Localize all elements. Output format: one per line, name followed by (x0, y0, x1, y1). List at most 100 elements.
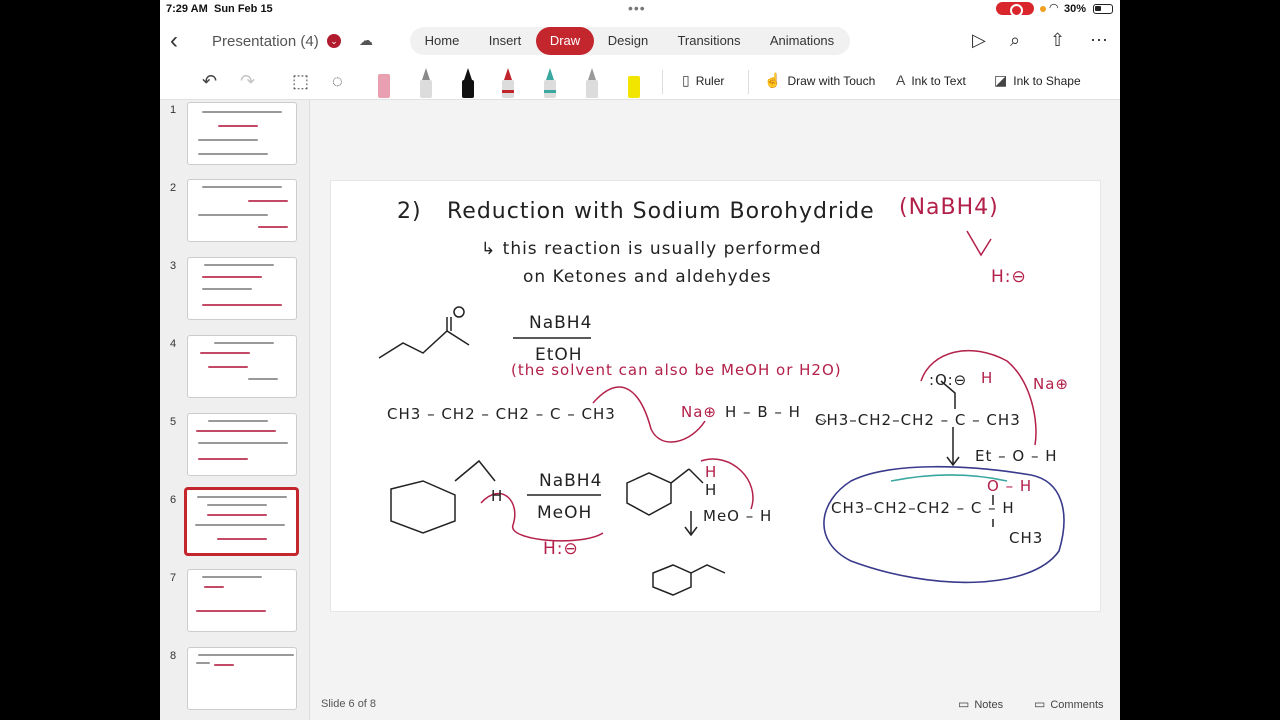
tab-animations[interactable]: Animations (758, 27, 846, 55)
cloud-icon[interactable]: ☁ (359, 32, 373, 49)
thumb-number: 7 (170, 572, 177, 584)
heading-text: Reduction with Sodium Borohydride (447, 199, 875, 224)
toolbar-divider (662, 70, 663, 94)
slide-thumbnail-2[interactable] (187, 179, 297, 242)
status-footer: Slide 6 of 8 ▭ Notes ▭ Comments (310, 690, 1120, 720)
heading-number: 2) (397, 199, 422, 224)
lasso-icon[interactable]: ◌ (332, 70, 343, 92)
slide-thumbnail-3[interactable] (187, 257, 297, 320)
thumb-number: 4 (170, 338, 177, 350)
oxide-anion: :O:⊖ (929, 371, 968, 389)
ink-to-text-button[interactable]: A Ink to Text (896, 72, 966, 89)
h-top: H (981, 369, 994, 387)
slide-thumbnail-8[interactable] (187, 647, 297, 710)
toolbar-divider (748, 70, 749, 94)
borohydride: H – B – H (725, 403, 801, 421)
ipad-screen: 7:29 AM Sun Feb 15 ••• ◠ 30% ‹ Presentat… (160, 0, 1120, 720)
play-icon[interactable]: ▷ (972, 30, 986, 50)
alkoxide-chain: CH3–CH2–CH2 – C – CH3 (815, 411, 1021, 429)
slide-thumbnail-1[interactable] (187, 102, 297, 165)
ink-to-text-icon: A (896, 72, 906, 88)
ruler-icon: ▯ (682, 72, 690, 88)
methanol: MeO – H (703, 507, 773, 525)
chevron-down-icon[interactable]: ⌄ (327, 34, 341, 48)
product-chain: CH3–CH2–CH2 – C – H (831, 499, 1015, 517)
multitask-dots-icon[interactable]: ••• (628, 0, 646, 16)
product-hydroxyl: O – H (987, 477, 1033, 495)
draw-toolbar: ↶ ↷ ⬚ ◌ ▯ Ruler ☝ Draw with Touch A Ink to … (160, 64, 1120, 100)
ink-to-shape-icon: ◪ (994, 72, 1008, 88)
draw-with-touch-label: Draw with Touch (787, 74, 876, 88)
slide-thumbnail-pane: 1 2 3 4 5 6 7 8 (160, 100, 310, 720)
sodium-cation-2: Na⊕ (1033, 375, 1069, 393)
touch-icon: ☝ (764, 72, 782, 88)
pen-tool-teal[interactable] (542, 68, 558, 98)
search-icon[interactable]: ⌕ (1010, 30, 1020, 50)
title-bar: ‹ Presentation (4) ⌄ ☁ Home Insert Draw … (160, 18, 1120, 64)
slide-thumbnail-7[interactable] (187, 569, 297, 632)
document-title[interactable]: Presentation (4) (212, 33, 319, 50)
intermediate-h-2: H (705, 481, 718, 499)
slide-thumbnail-5[interactable] (187, 413, 297, 476)
status-time: 7:29 AM (166, 3, 208, 15)
draw-with-touch-button[interactable]: ☝ Draw with Touch (764, 72, 875, 89)
pen-tool-red[interactable] (500, 68, 516, 98)
thumb-number: 2 (170, 182, 177, 194)
screen-record-icon[interactable] (996, 2, 1034, 17)
slide-canvas[interactable]: 2) Reduction with Sodium Borohydride (Na… (330, 180, 1101, 612)
more-icon[interactable]: ⋯ (1090, 30, 1108, 50)
share-icon[interactable]: ⇧ (1050, 30, 1065, 50)
tab-insert[interactable]: Insert (474, 27, 536, 55)
status-bar: 7:29 AM Sun Feb 15 ••• ◠ 30% (160, 0, 1120, 18)
ruler-label: Ruler (695, 74, 725, 88)
status-date: Sun Feb 15 (214, 3, 273, 15)
wifi-icon: ◠ (1049, 2, 1059, 14)
ruler-button[interactable]: ▯ Ruler (682, 72, 724, 89)
hydride-2: H:⊖ (543, 539, 579, 559)
sodium-cation: Na⊕ (681, 403, 717, 421)
battery-icon (1093, 4, 1113, 14)
aldehyde-h: H (491, 487, 504, 505)
slide-thumbnail-6[interactable] (185, 488, 298, 555)
notes-button[interactable]: ▭ Notes (958, 697, 1003, 711)
tab-transitions[interactable]: Transitions (662, 27, 756, 55)
thumb-number: 6 (170, 494, 177, 506)
thumb-number: 8 (170, 650, 177, 662)
eraser-tool[interactable] (376, 68, 392, 98)
comments-button[interactable]: ▭ Comments (1034, 697, 1104, 711)
slide-counter: Slide 6 of 8 (321, 698, 377, 710)
pen-tool-gray[interactable] (418, 68, 434, 98)
reactant-chain: CH3 – CH2 – CH2 – C – CH3 (387, 405, 616, 423)
thumb-number: 1 (170, 104, 177, 116)
redo-icon[interactable]: ↷ (240, 70, 255, 92)
comments-label: Comments (1050, 699, 1104, 711)
tab-design[interactable]: Design (596, 27, 660, 55)
ethanol: Et – O – H (975, 447, 1058, 465)
tab-home[interactable]: Home (410, 27, 474, 55)
solvent-note: (the solvent can also be MeOH or H2O) (511, 361, 842, 379)
thumb-number: 3 (170, 260, 177, 272)
thumb-number: 5 (170, 416, 177, 428)
notes-icon: ▭ (958, 697, 970, 711)
highlighter-tool[interactable] (626, 68, 642, 98)
battery-percent: 30% (1064, 3, 1087, 15)
product-methyl: CH3 (1009, 529, 1044, 547)
undo-icon[interactable]: ↶ (202, 70, 217, 92)
back-icon[interactable]: ‹ (170, 29, 178, 53)
tab-draw[interactable]: Draw (536, 27, 594, 55)
select-icon[interactable]: ⬚ (292, 70, 309, 92)
note-line-1: ↳ this reaction is usually performed (481, 239, 822, 259)
reagent-2: NaBH4 (539, 471, 603, 491)
pen-tool-silver[interactable] (584, 68, 600, 98)
mic-indicator-icon (1040, 6, 1046, 12)
slide-thumbnail-4[interactable] (187, 335, 297, 398)
ink-to-shape-label: Ink to Shape (1013, 74, 1081, 88)
pen-tool-black[interactable] (460, 68, 476, 98)
notes-label: Notes (974, 699, 1004, 711)
comment-icon: ▭ (1034, 697, 1046, 711)
solvent-2: MeOH (537, 503, 593, 523)
ink-to-shape-button[interactable]: ◪ Ink to Shape (994, 72, 1081, 89)
hydride-label: H:⊖ (991, 267, 1027, 287)
ribbon-tabs: Home Insert Draw Design Transitions Anim… (410, 27, 850, 55)
reagent-1: NaBH4 (529, 313, 593, 333)
